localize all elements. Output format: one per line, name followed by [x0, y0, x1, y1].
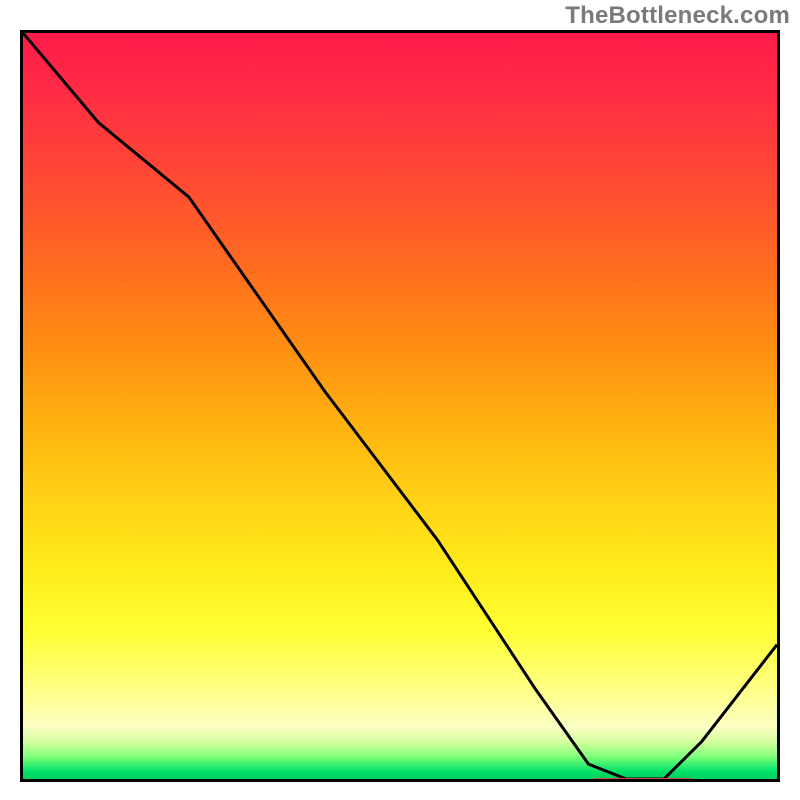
bottleneck-curve — [23, 33, 777, 779]
curve-path — [23, 33, 777, 779]
watermark-label: TheBottleneck.com — [565, 2, 790, 30]
plot-area — [20, 30, 780, 782]
minimum-indicator — [593, 778, 692, 782]
chart-container: TheBottleneck.com — [0, 0, 800, 800]
